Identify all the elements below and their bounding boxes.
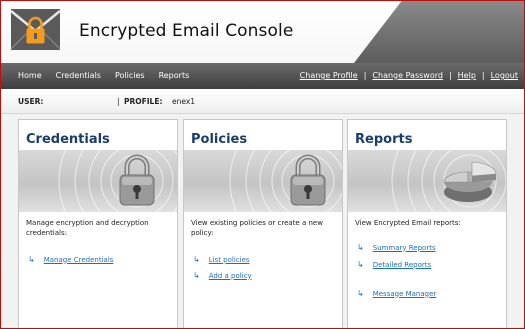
primary-nav: Home Credentials Policies Reports [18,71,203,80]
account-nav: Change Profile | Change Password | Help … [300,71,518,80]
panel-description: Manage encryption and decryption credent… [26,219,149,237]
arrow-right-icon: ↳ [357,243,364,252]
arrow-right-icon: ↳ [357,289,364,298]
nav-home[interactable]: Home [18,71,42,80]
nav-policies[interactable]: Policies [115,71,145,80]
change-profile-link[interactable]: Change Profile [300,71,358,80]
panel-title: Credentials [26,132,110,147]
panel-description: View existing policies or create a new p… [191,219,323,237]
summary-reports-link[interactable]: Summary Reports [373,244,436,252]
panel-description: View Encrypted Email reports: [355,219,461,227]
link-row: ↳ Message Manager [357,289,436,298]
help-link[interactable]: Help [458,71,476,80]
app-header: Encrypted Email Console [1,1,524,63]
link-row: ↳ Summary Reports [357,243,436,252]
list-policies-link[interactable]: List policies [209,256,250,264]
manage-credentials-link[interactable]: Manage Credentials [44,256,114,264]
policies-panel: Policies View existing policies or creat… [183,119,343,328]
arrow-right-icon: ↳ [28,255,35,264]
arrow-right-icon: ↳ [193,271,200,280]
change-password-link[interactable]: Change Password [372,71,443,80]
console-window: Encrypted Email Console Home Credentials… [0,0,525,329]
nav-separator: | [363,71,367,80]
arrow-right-icon: ↳ [357,260,364,269]
header-decoration [354,1,524,63]
pie-chart-icon [348,150,506,212]
main-nav-bar: Home Credentials Policies Reports Change… [1,63,524,89]
credentials-panel: Credentials Manage encryption and decryp… [18,119,178,328]
panel-title: Policies [191,132,248,147]
nav-credentials[interactable]: Credentials [56,71,101,80]
arrow-right-icon: ↳ [193,255,200,264]
padlock-icon [19,150,177,212]
nav-separator: | [481,71,485,80]
user-info-bar: USER: | PROFILE: enex1 [1,89,524,114]
nav-separator: | [448,71,452,80]
userbar-separator: | [117,97,120,106]
nav-reports[interactable]: Reports [159,71,190,80]
add-policy-link[interactable]: Add a policy [209,272,252,280]
dashboard-panels: Credentials Manage encryption and decryp… [1,114,524,328]
link-row: ↳ Manage Credentials [28,255,113,264]
lock-envelope-icon [11,9,60,50]
profile-label: PROFILE: [124,97,163,106]
profile-value: enex1 [172,97,196,106]
app-title: Encrypted Email Console [79,21,294,41]
link-row: ↳ Detailed Reports [357,260,431,269]
detailed-reports-link[interactable]: Detailed Reports [373,261,431,269]
link-row: ↳ List policies [193,255,250,264]
reports-panel: Reports View Encrypted Email reports: ↳ … [347,119,507,328]
panel-title: Reports [355,132,413,147]
user-label: USER: [18,97,44,106]
logout-link[interactable]: Logout [491,71,518,80]
message-manager-link[interactable]: Message Manager [373,290,437,298]
link-row: ↳ Add a policy [193,271,252,280]
padlock-icon [184,150,342,212]
